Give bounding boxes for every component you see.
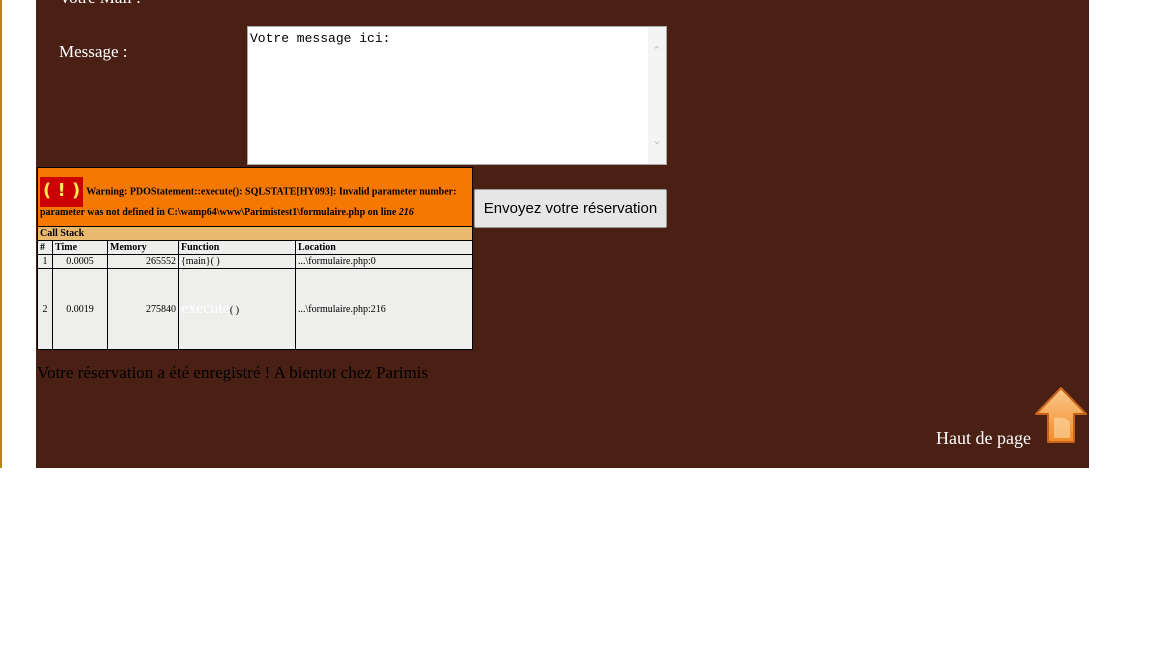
table-row: 1 0.0005 265552 {main}( ) ...\formulaire…	[37, 254, 473, 269]
message-scrollbar[interactable]: ⌃ ⌄	[648, 27, 666, 164]
row-function: {main}( )	[178, 254, 296, 269]
back-to-top-link[interactable]: Haut de page	[936, 428, 1031, 449]
row-memory: 275840	[107, 268, 179, 350]
warning-message: ( ! ) Warning: PDOStatement::execute(): S…	[37, 167, 473, 227]
row-function: execute( )	[178, 268, 296, 350]
row-num: 1	[37, 254, 53, 269]
column-header-function: Function	[178, 240, 296, 255]
column-header-location: Location	[295, 240, 473, 255]
scroll-down-icon[interactable]: ⌄	[651, 135, 663, 147]
confirmation-message: Votre réservation a été enregistré ! A b…	[37, 363, 429, 382]
php-warning-table: ( ! ) Warning: PDOStatement::execute(): S…	[37, 167, 473, 350]
mail-label: Votre Mail :	[59, 0, 141, 8]
table-row: 2 0.0019 275840 execute( ) ...\formulair…	[37, 268, 473, 350]
scroll-up-icon[interactable]: ⌃	[651, 45, 663, 57]
column-header-memory: Memory	[107, 240, 179, 255]
warning-line-number: 216	[398, 206, 414, 218]
left-border-rule	[0, 0, 2, 468]
column-header-num: #	[37, 240, 53, 255]
submit-reservation-button[interactable]: Envoyez votre réservation	[474, 189, 667, 228]
message-label: Message :	[59, 42, 128, 61]
function-args: ( )	[229, 305, 240, 316]
message-textarea[interactable]: Votre message ici:	[248, 27, 648, 164]
up-arrow-icon[interactable]	[1034, 386, 1088, 444]
function-name: execute	[181, 300, 230, 317]
row-memory: 265552	[107, 254, 179, 269]
warning-text: Warning: PDOStatement::execute(): SQLSTA…	[40, 185, 457, 218]
reservation-form-panel: Votre Mail : Message : Votre message ici…	[36, 0, 1089, 468]
row-time: 0.0019	[52, 268, 108, 350]
warning-icon: ( ! )	[40, 176, 84, 207]
call-stack-title: Call Stack	[37, 226, 473, 241]
column-header-time: Time	[52, 240, 108, 255]
row-location: ...\formulaire.php:216	[295, 268, 473, 350]
row-time: 0.0005	[52, 254, 108, 269]
row-location: ...\formulaire.php:0	[295, 254, 473, 269]
row-num: 2	[37, 268, 53, 350]
message-field-wrapper: Votre message ici: ⌃ ⌄	[247, 26, 667, 165]
